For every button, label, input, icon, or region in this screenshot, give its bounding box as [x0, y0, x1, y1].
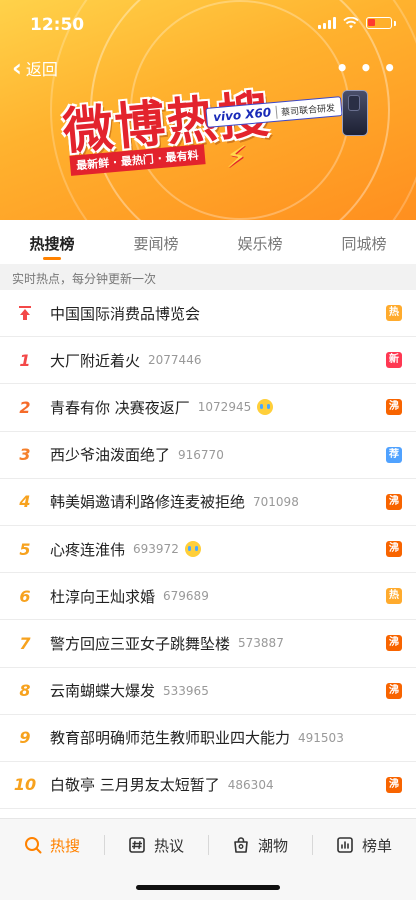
- list-item[interactable]: 5 心疼连淮伟 693972 沸: [0, 526, 416, 574]
- recommend-badge: 荐: [386, 446, 402, 463]
- status-time: 12:50: [30, 15, 85, 35]
- item-rank: 7: [19, 633, 31, 653]
- bag-icon: [234, 837, 248, 853]
- tab-entertainment[interactable]: 娱乐榜: [208, 220, 312, 264]
- hot-badge: 热: [386, 588, 402, 605]
- list-item[interactable]: 9 教育部明确师范生教师职业四大能力 491503: [0, 715, 416, 762]
- nav-discussion[interactable]: 热议: [104, 819, 208, 871]
- item-title: 心疼连淮伟: [50, 540, 126, 559]
- boil-badge: 沸: [386, 493, 402, 510]
- crying-emoji-icon: [184, 541, 201, 558]
- lightning-icon: ⚡: [226, 140, 248, 175]
- list-item[interactable]: 6 杜淳向王灿求婚 679689 热: [0, 573, 416, 621]
- back-button[interactable]: ‹ 返回: [12, 56, 58, 80]
- sponsor-brand: vivo X60: [212, 105, 272, 125]
- boil-badge: 沸: [386, 682, 402, 699]
- item-title: 教育部明确师范生教师职业四大能力: [50, 729, 291, 748]
- list-item[interactable]: 7 警方回应三亚女子跳舞坠楼 573887 沸: [0, 620, 416, 668]
- sponsor-note: 蔡司联合研发: [275, 100, 336, 119]
- update-note: 实时热点，每分钟更新一次: [0, 264, 416, 290]
- list-item[interactable]: 中国国际消费品博览会 热: [0, 290, 416, 338]
- item-rank: 3: [19, 445, 31, 465]
- nav-label: 热搜: [49, 836, 80, 855]
- item-count: 701098: [253, 494, 299, 509]
- chevron-left-icon: ‹: [12, 54, 22, 82]
- item-rank: 4: [19, 492, 31, 512]
- nav-hot-search[interactable]: 热搜: [0, 819, 104, 871]
- boil-badge: 沸: [386, 776, 402, 793]
- list-item[interactable]: 1 大厂附近着火 2077446 新: [0, 337, 416, 385]
- hot-badge: 热: [386, 305, 402, 322]
- search-icon: [24, 837, 42, 854]
- item-title: 中国国际消费品博览会: [50, 304, 201, 323]
- hot-search-banner: 12:50 ‹ 返回 • • • 微博热搜 ⚡ 最新鲜 · 最热门 · 最有料 …: [0, 0, 416, 220]
- nav-label: 潮物: [257, 836, 288, 855]
- status-bar: 12:50: [0, 0, 416, 48]
- pin-top-icon: [0, 305, 50, 321]
- item-count: 491503: [298, 730, 344, 745]
- list-item[interactable]: 8 云南蝴蝶大爆发 533965 沸: [0, 668, 416, 715]
- battery-tip: [394, 20, 396, 26]
- item-title: 白敬亭 三月男友太短暂了: [50, 776, 220, 795]
- more-button[interactable]: • • •: [336, 56, 398, 80]
- nav-label: 榜单: [361, 836, 392, 855]
- nav-trendy-goods[interactable]: 潮物: [208, 819, 312, 871]
- list-item[interactable]: 3 西少爷油泼面绝了 916770 荐: [0, 432, 416, 479]
- topic-icon: [129, 837, 145, 853]
- item-title: 云南蝴蝶大爆发: [50, 682, 156, 701]
- item-count: 916770: [178, 447, 224, 462]
- list-item[interactable]: 2 青春有你 决赛夜返厂 1072945 沸: [0, 384, 416, 432]
- ranking-tabs: 热搜榜 要闻榜 娱乐榜 同城榜: [0, 220, 416, 264]
- tab-local[interactable]: 同城榜: [312, 220, 416, 264]
- item-count: 486304: [227, 777, 274, 792]
- crying-emoji-icon: [257, 399, 274, 416]
- item-count: 573887: [238, 636, 284, 651]
- item-title: 警方回应三亚女子跳舞坠楼: [50, 634, 231, 653]
- boil-badge: 沸: [386, 541, 402, 558]
- weibo-hot-search-logo: 微博热搜 ⚡ 最新鲜 · 最热门 · 最有料 vivo X60 蔡司联合研发: [61, 84, 368, 202]
- boil-badge: 沸: [386, 635, 402, 652]
- nav-rankings[interactable]: 榜单: [312, 819, 416, 871]
- item-title: 大厂附近着火: [50, 351, 141, 370]
- item-rank: 6: [19, 586, 31, 606]
- item-rank: 1: [19, 350, 31, 370]
- tab-news[interactable]: 要闻榜: [104, 220, 208, 264]
- battery-icon: [366, 17, 392, 29]
- back-label: 返回: [25, 60, 58, 79]
- status-icons: [318, 17, 396, 29]
- item-title: 西少爷油泼面绝了: [50, 446, 171, 465]
- wifi-icon: [343, 17, 359, 29]
- hot-search-list: 中国国际消费品博览会 热 1 大厂附近着火 2077446 新 2 青春有你 决…: [0, 290, 416, 810]
- signal-icon: [318, 17, 336, 29]
- list-item[interactable]: 4 韩美娟邀请利路修连麦被拒绝 701098 沸: [0, 479, 416, 526]
- item-count: 693972: [133, 542, 179, 557]
- list-item[interactable]: 10 白敬亭 三月男友太短暂了 486304 沸: [0, 762, 416, 810]
- nav-label: 热议: [153, 836, 184, 855]
- item-rank: 9: [19, 728, 31, 748]
- item-rank: 5: [19, 539, 31, 559]
- tab-hot-search[interactable]: 热搜榜: [0, 220, 104, 264]
- chart-icon: [337, 837, 353, 853]
- bottom-nav: 热搜 热议 潮物 榜单: [0, 818, 416, 900]
- item-count: 533965: [163, 683, 209, 698]
- phone-product-image[interactable]: [342, 90, 368, 136]
- item-count: 1072945: [197, 400, 252, 415]
- item-title: 韩美娟邀请利路修连麦被拒绝: [50, 493, 246, 512]
- item-count: 2077446: [148, 353, 202, 368]
- item-rank: 10: [13, 775, 37, 795]
- item-count: 679689: [163, 589, 209, 604]
- item-rank: 8: [19, 681, 31, 701]
- item-title: 杜淳向王灿求婚: [50, 587, 156, 606]
- item-title: 青春有你 决赛夜返厂: [50, 398, 190, 417]
- new-badge: 新: [386, 352, 402, 369]
- home-indicator[interactable]: [136, 885, 280, 890]
- boil-badge: 沸: [386, 399, 402, 416]
- item-rank: 2: [19, 397, 31, 417]
